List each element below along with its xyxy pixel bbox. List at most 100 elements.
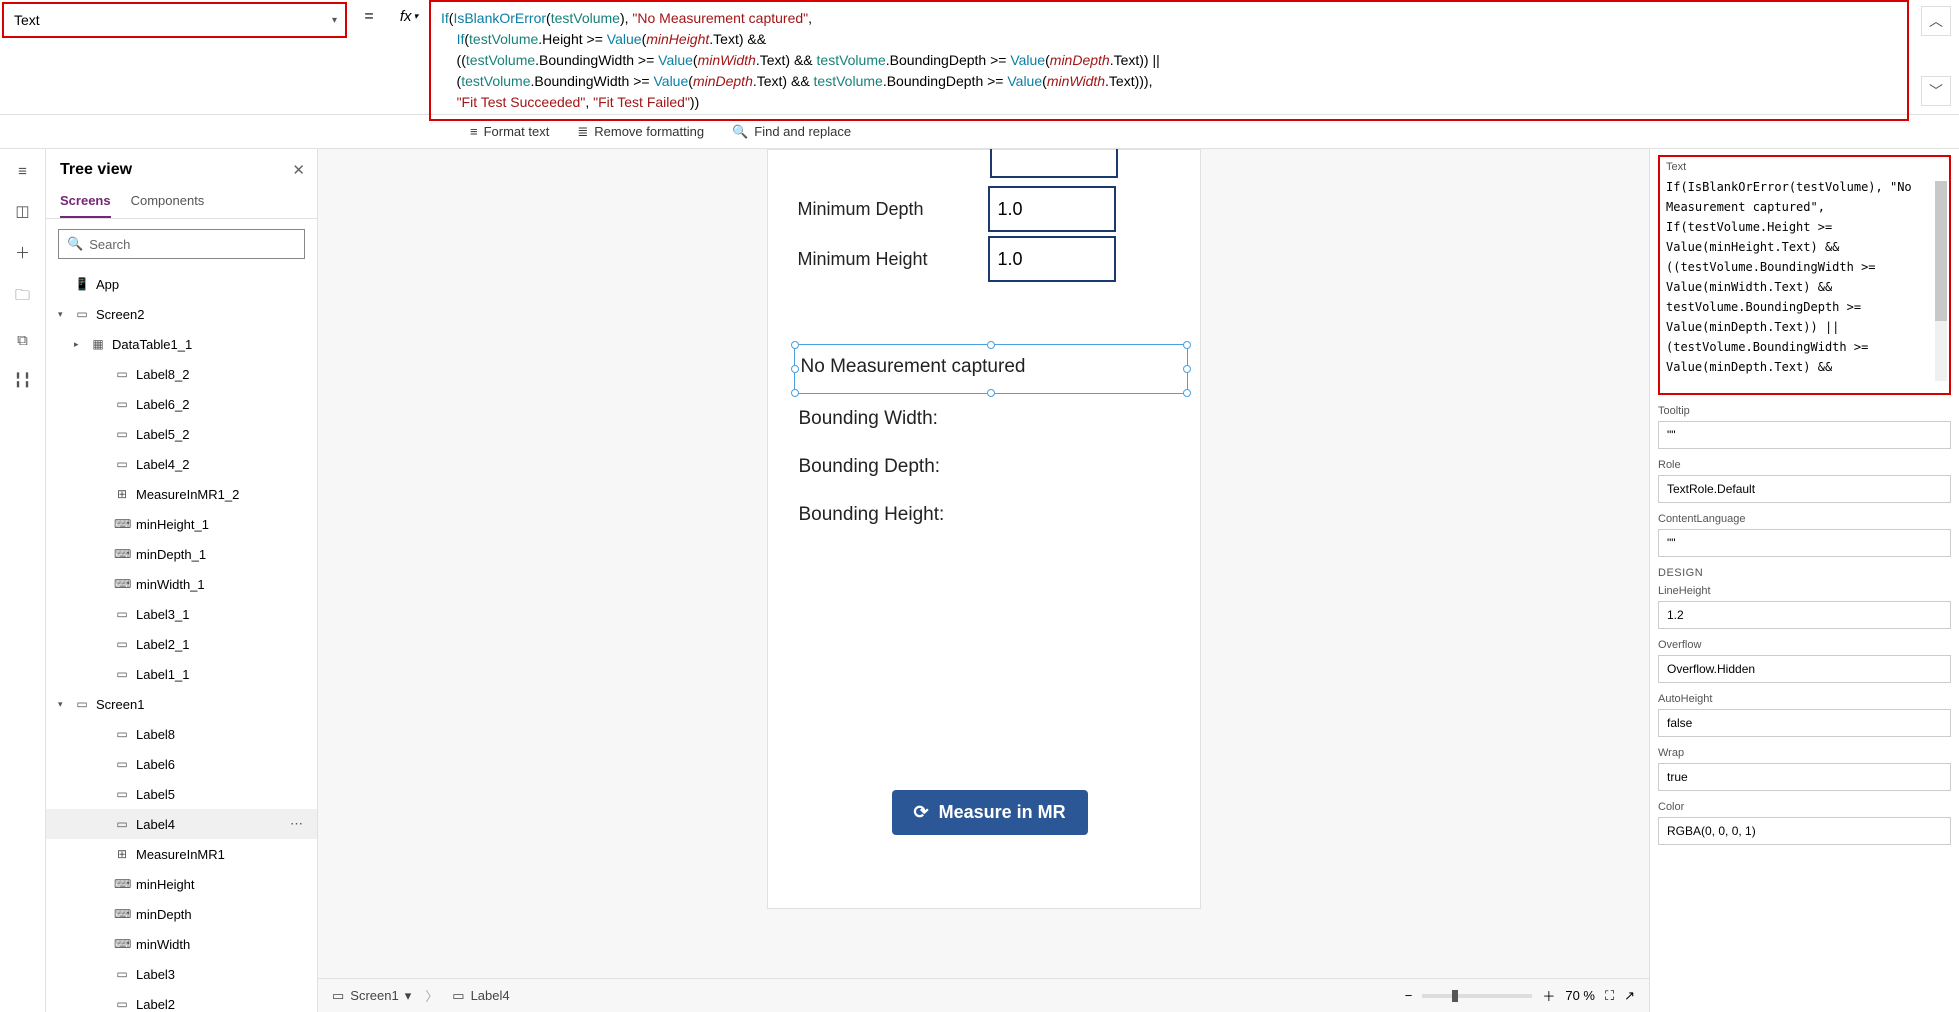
- breadcrumb[interactable]: ▭ Screen1 ▾: [332, 988, 411, 1004]
- zoom-in-button[interactable]: ＋: [1542, 986, 1555, 1005]
- tree-item[interactable]: ▭Label4⋯: [46, 809, 317, 839]
- tree-icon[interactable]: ◫: [15, 202, 29, 220]
- tree-item[interactable]: ⌨minDepth_1: [46, 539, 317, 569]
- formula-row: Text ▾ = fx▾ If(IsBlankOrError(testVolum…: [0, 0, 1959, 115]
- tree-item[interactable]: ⌨minWidth: [46, 929, 317, 959]
- tab-screens[interactable]: Screens: [60, 185, 111, 218]
- resize-handle[interactable]: [987, 389, 995, 397]
- table-icon: ▦: [90, 337, 106, 351]
- tree-item[interactable]: ▭Label3_1: [46, 599, 317, 629]
- format-text-button[interactable]: ≡Format text: [470, 124, 549, 139]
- prop-value[interactable]: RGBA(0, 0, 0, 1): [1658, 817, 1951, 845]
- remove-formatting-button[interactable]: ≣Remove formatting: [577, 124, 704, 140]
- resize-handle[interactable]: [791, 389, 799, 397]
- prop-value[interactable]: "": [1658, 421, 1951, 449]
- twisty-icon[interactable]: ▾: [58, 699, 68, 710]
- input-icon: ⌨: [114, 877, 130, 891]
- tree-item[interactable]: ⌨minWidth_1: [46, 569, 317, 599]
- prop-value[interactable]: "": [1658, 529, 1951, 557]
- hamburger-icon[interactable]: ≡: [18, 163, 27, 180]
- tree-item[interactable]: ▭Label4_2: [46, 449, 317, 479]
- tree-item[interactable]: ▭Label1_1: [46, 659, 317, 689]
- tree-item[interactable]: ⌨minHeight_1: [46, 509, 317, 539]
- prop-label: LineHeight: [1658, 585, 1951, 597]
- popout-icon[interactable]: ↗: [1624, 988, 1635, 1004]
- tree-item[interactable]: ▾▭Screen2: [46, 299, 317, 329]
- resize-handle[interactable]: [1183, 365, 1191, 373]
- add-icon[interactable]: ＋: [15, 242, 30, 263]
- min-height-input[interactable]: 1.0: [988, 236, 1116, 282]
- close-icon[interactable]: ✕: [292, 161, 305, 179]
- tree-item[interactable]: ⊞MeasureInMR1_2: [46, 479, 317, 509]
- text-property-box[interactable]: Text If(IsBlankOrError(testVolume), "No …: [1658, 155, 1951, 395]
- tree-item[interactable]: ⊞MeasureInMR1: [46, 839, 317, 869]
- tree-item[interactable]: 📱App: [46, 269, 317, 299]
- media-icon[interactable]: ⧉: [17, 332, 28, 349]
- scrollbar[interactable]: [1935, 181, 1947, 381]
- input-icon: ⌨: [114, 577, 130, 591]
- prop-value[interactable]: 1.2: [1658, 601, 1951, 629]
- tree-item[interactable]: ▭Label3: [46, 959, 317, 989]
- tree-item-label: DataTable1_1: [112, 337, 192, 352]
- resize-handle[interactable]: [987, 341, 995, 349]
- tree-item[interactable]: ▭Label6: [46, 749, 317, 779]
- collapse-up-icon[interactable]: ︿: [1921, 6, 1951, 36]
- tree-item[interactable]: ▭Label5: [46, 779, 317, 809]
- min-depth-input[interactable]: 1.0: [988, 186, 1116, 232]
- scrollbar-thumb[interactable]: [1935, 181, 1947, 321]
- expand-right-icon[interactable]: ﹀: [1921, 76, 1951, 106]
- zoom-slider[interactable]: [1422, 994, 1532, 998]
- tree-item[interactable]: ▾▭Screen1: [46, 689, 317, 719]
- tree-item[interactable]: ▸ ▦ DataTable1_1: [46, 329, 317, 359]
- measure-in-mr-button[interactable]: ⟳ Measure in MR: [892, 790, 1088, 835]
- mr-icon: ⊞: [114, 487, 130, 501]
- prop-value[interactable]: false: [1658, 709, 1951, 737]
- tree-item-label: Label4_2: [136, 457, 190, 472]
- tree-item[interactable]: ▭Label2_1: [46, 629, 317, 659]
- tree-search[interactable]: 🔍 Search: [58, 229, 305, 259]
- input-icon: ⌨: [114, 907, 130, 921]
- tree-item[interactable]: ▭Label2: [46, 989, 317, 1012]
- label-icon: ▭: [114, 397, 130, 411]
- tab-components[interactable]: Components: [131, 185, 205, 218]
- zoom-value: 70 %: [1565, 988, 1595, 1003]
- formula-bar[interactable]: If(IsBlankOrError(testVolume), "No Measu…: [429, 0, 1909, 121]
- tree-item[interactable]: ▭Label8: [46, 719, 317, 749]
- resize-handle[interactable]: [791, 365, 799, 373]
- formula-toolbar: ≡Format text ≣Remove formatting 🔍Find an…: [0, 115, 1959, 149]
- tree-item[interactable]: ⌨minDepth: [46, 899, 317, 929]
- text-property-value[interactable]: If(IsBlankOrError(testVolume), "No Measu…: [1666, 177, 1943, 387]
- fx-button[interactable]: fx▾: [389, 0, 429, 25]
- format-icon: ≡: [470, 124, 478, 139]
- bounding-height-label: Bounding Height:: [799, 504, 945, 526]
- resize-handle[interactable]: [1183, 341, 1191, 349]
- prop-label: Wrap: [1658, 747, 1951, 759]
- property-selector[interactable]: Text ▾: [2, 2, 347, 38]
- resize-handle[interactable]: [1183, 389, 1191, 397]
- field-input-prev[interactable]: [990, 149, 1118, 178]
- twisty-icon[interactable]: ▾: [58, 309, 68, 320]
- tree-title: Tree view: [60, 161, 132, 179]
- more-icon[interactable]: ⋯: [290, 816, 305, 832]
- app-canvas[interactable]: Minimum Depth 1.0 Minimum Height 1.0 No …: [767, 149, 1201, 909]
- data-icon[interactable]: 🗀: [15, 285, 30, 310]
- selected-control[interactable]: No Measurement captured: [794, 344, 1188, 394]
- find-replace-button[interactable]: 🔍Find and replace: [732, 124, 851, 140]
- prop-value[interactable]: true: [1658, 763, 1951, 791]
- prop-label: Tooltip: [1658, 405, 1951, 417]
- prop-value[interactable]: TextRole.Default: [1658, 475, 1951, 503]
- tree-item[interactable]: ⌨minHeight: [46, 869, 317, 899]
- tree-item[interactable]: ▭Label8_2: [46, 359, 317, 389]
- breadcrumb-element[interactable]: ▭ Label4: [452, 988, 509, 1004]
- tree-item[interactable]: ▭Label6_2: [46, 389, 317, 419]
- resize-handle[interactable]: [791, 341, 799, 349]
- prop-label: Role: [1658, 459, 1951, 471]
- prop-value[interactable]: Overflow.Hidden: [1658, 655, 1951, 683]
- tree-panel: Tree view ✕ Screens Components 🔍 Search …: [46, 149, 318, 1012]
- zoom-out-button[interactable]: −: [1405, 988, 1413, 1003]
- tree-item[interactable]: ▭Label5_2: [46, 419, 317, 449]
- tools-icon[interactable]: ╏╏: [13, 371, 31, 389]
- twisty-icon[interactable]: ▸: [74, 339, 84, 350]
- slider-knob[interactable]: [1452, 990, 1458, 1002]
- fit-icon[interactable]: ⛶: [1605, 988, 1614, 1004]
